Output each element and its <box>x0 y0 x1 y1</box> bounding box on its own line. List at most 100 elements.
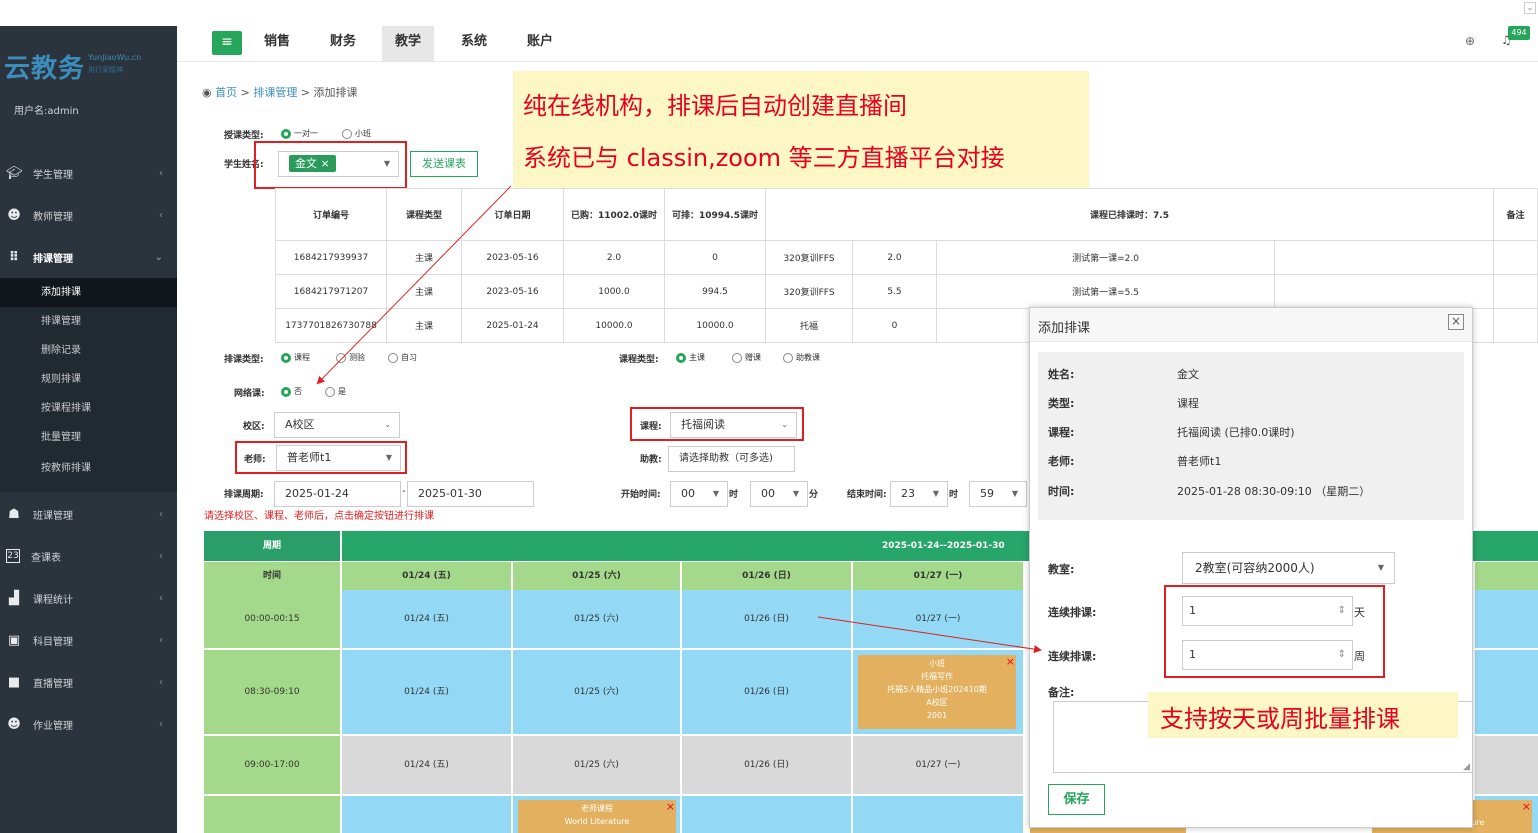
radio-quiz[interactable]: 测验 <box>336 352 365 363</box>
sidebar-item-teachers[interactable]: ☻ 教师管理 ‹ <box>0 194 177 236</box>
sidebar-subitem-batch[interactable]: 批量管理 <box>0 423 177 452</box>
send-timetable-button[interactable]: 发送课表 <box>410 151 478 177</box>
tab-account[interactable]: 账户 <box>514 26 566 62</box>
repeat-weeks-input[interactable]: 1 ⇕ <box>1182 640 1353 670</box>
resize-handle-icon[interactable]: ◢ <box>1463 762 1470 772</box>
card-line: 托福5人精品小班202410期 <box>887 685 987 694</box>
tab-sales[interactable]: 销售 <box>251 26 303 62</box>
location-icon: ◉ <box>202 86 212 99</box>
scroll-up-icon[interactable]: ⌄ <box>1524 2 1536 14</box>
repeat-days-input[interactable]: 1 ⇕ <box>1182 596 1353 626</box>
slot-cell[interactable]: 01/26 (日) <box>682 650 851 734</box>
sidebar-item-subjects[interactable]: ▣ 科目管理 ‹ <box>0 619 177 661</box>
col-scheduled: 课程已排课时：7.5 <box>765 188 1494 241</box>
slot-cell[interactable] <box>682 796 851 833</box>
breadcrumb-schedule-manage[interactable]: 排课管理 <box>253 86 297 99</box>
radio-assistant-course[interactable]: 助教课 <box>783 352 820 363</box>
day-header: 01/24 (五) <box>342 562 511 590</box>
stepper-icon[interactable]: ⇕ <box>1338 597 1346 625</box>
chevron-down-icon: ▼ <box>932 489 939 498</box>
sidebar-item-homework[interactable]: ☻ 作业管理 ‹ <box>0 703 177 745</box>
sidebar-item-students[interactable]: 🎓︎ 学生管理 ‹ <box>0 152 177 194</box>
sidebar-item-timetable[interactable]: 23 查课表 ‹ <box>0 535 177 577</box>
slot-cell[interactable]: 01/27 (一) <box>853 590 1023 648</box>
radio-online-yes[interactable]: 是 <box>325 386 346 397</box>
settings-icon[interactable]: ⊕ <box>1465 34 1475 48</box>
info-time-value: 2025-01-28 08:30-09:10 （星期二） <box>1177 485 1371 498</box>
assistant-select[interactable]: 请选择助教（可多选) <box>668 446 795 472</box>
class-card[interactable]: 小班 托福写作 托福5人精品小班202410期 A校区 2001 × <box>858 655 1016 729</box>
period-start-input[interactable]: 2025-01-24 <box>274 481 401 507</box>
col-available: 可排：10994.5课时 <box>664 188 766 241</box>
slot-cell[interactable] <box>342 796 511 833</box>
class-card[interactable]: 老师课程 World Literature × <box>518 800 676 833</box>
sidebar-item-live[interactable]: ■ 直播管理 ‹ <box>0 661 177 703</box>
slot-cell[interactable]: 01/24 (五) <box>342 590 511 648</box>
close-icon[interactable]: × <box>666 800 675 813</box>
radio-small-class[interactable]: 小班 <box>342 128 371 139</box>
slot-cell[interactable]: 01/27 (一) <box>853 736 1023 794</box>
slot-cell[interactable] <box>1475 590 1538 648</box>
repeat-days-value: 1 <box>1189 604 1196 617</box>
slot-cell[interactable]: 01/25 (六) <box>513 650 680 734</box>
start-hour-value: 00 <box>681 487 695 500</box>
radio-one-on-one[interactable]: 一对一 <box>281 128 318 139</box>
close-icon[interactable]: × <box>1448 314 1464 330</box>
classroom-select[interactable]: 2教室(可容纳2000人) ▼ <box>1182 552 1395 584</box>
note-label: 备注: <box>1048 686 1075 699</box>
end-hour-select[interactable]: 23 ▼ <box>890 481 948 507</box>
homework-icon: ☻ <box>7 716 21 732</box>
slot-cell[interactable]: 01/25 (六) <box>513 590 680 648</box>
slot-cell[interactable]: 01/26 (日) <box>682 590 851 648</box>
radio-self-study[interactable]: 自习 <box>388 352 417 363</box>
sidebar-subitem-by-course[interactable]: 按课程排课 <box>0 394 177 423</box>
schedule-type-label: 排课类型: <box>224 355 264 365</box>
card-line: 托福写作 <box>921 672 953 681</box>
period-end-input[interactable]: 2025-01-30 <box>407 481 534 507</box>
radio-gift-course[interactable]: 赠课 <box>732 352 761 363</box>
slot-cell[interactable] <box>1475 736 1538 794</box>
cell <box>1274 240 1494 275</box>
sidebar-subitem-by-teacher[interactable]: 按教师排课 <box>0 452 177 492</box>
slot-cell[interactable]: 01/25 (六) <box>513 736 680 794</box>
student-select[interactable]: 金文 × ▼ <box>278 151 399 177</box>
slot-cell[interactable]: 01/24 (五) <box>342 736 511 794</box>
radio-course[interactable]: 课程 <box>281 352 310 363</box>
slot-cell[interactable] <box>1475 650 1538 734</box>
campus-select[interactable]: A校区 ⌄ <box>274 412 400 438</box>
video-icon: ■ <box>7 674 21 690</box>
start-minute-select[interactable]: 00 ▼ <box>750 481 808 507</box>
callout-batch: 支持按天或周批量排课 <box>1148 692 1458 738</box>
breadcrumb-home[interactable]: 首页 <box>215 86 237 99</box>
end-hour-value: 23 <box>901 487 915 500</box>
online-course-label: 网络课: <box>234 389 265 399</box>
sidebar-item-scheduling[interactable]: ⠿ 排课管理 ⌄ <box>0 236 177 278</box>
sidebar-item-course-stats[interactable]: ▟ 课程统计 ‹ <box>0 577 177 619</box>
teacher-select[interactable]: 普老师t1 ▼ <box>276 445 401 471</box>
sidebar-subitem-delete-records[interactable]: 删除记录 <box>0 336 177 365</box>
radio-online-no[interactable]: 否 <box>281 386 302 397</box>
sidebar-subitem-add-schedule[interactable]: 添加排课 <box>0 278 177 307</box>
tab-system[interactable]: 系统 <box>448 26 500 62</box>
callout-line-2: 系统已与 classin,zoom 等三方直播平台对接 <box>523 144 1005 172</box>
slot-cell[interactable]: 01/24 (五) <box>342 650 511 734</box>
sidebar-subitem-schedule-manage[interactable]: 排课管理 <box>0 307 177 336</box>
course-select[interactable]: 托福阅读 ⌄ <box>670 412 797 438</box>
breadcrumb-current: 添加排课 <box>313 86 358 99</box>
tab-teaching[interactable]: 教学 <box>382 26 435 62</box>
radio-main-course[interactable]: 主课 <box>676 352 705 363</box>
menu-toggle-icon[interactable]: ≡ <box>212 31 242 55</box>
sidebar-item-label: 科目管理 <box>33 636 73 648</box>
sidebar-subitem-rule-schedule[interactable]: 规则排课 <box>0 365 177 394</box>
slot-cell[interactable]: 01/26 (日) <box>682 736 851 794</box>
start-hour-select[interactable]: 00 ▼ <box>670 481 728 507</box>
close-icon[interactable]: × <box>1522 800 1531 813</box>
end-minute-select[interactable]: 59 ▼ <box>969 481 1027 507</box>
slot-cell[interactable] <box>853 796 1023 833</box>
tab-finance[interactable]: 财务 <box>317 26 369 62</box>
stepper-icon[interactable]: ⇕ <box>1338 641 1346 669</box>
save-button[interactable]: 保存 <box>1048 784 1105 815</box>
close-icon[interactable]: × <box>1006 655 1015 668</box>
student-tag[interactable]: 金文 × <box>289 155 336 172</box>
sidebar-item-classes[interactable]: ☗ 班课管理 ‹ <box>0 493 177 535</box>
